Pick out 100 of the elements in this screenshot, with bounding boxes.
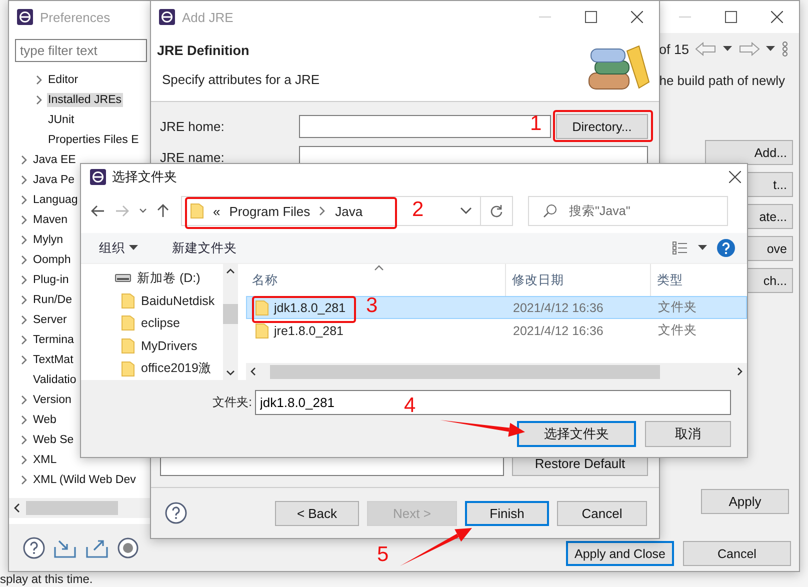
chevron-icon[interactable] bbox=[20, 235, 28, 245]
tree-item[interactable]: Run/De bbox=[32, 293, 73, 307]
chevron-icon[interactable] bbox=[20, 295, 28, 305]
tree-item[interactable]: Oomph bbox=[32, 253, 72, 267]
nav-item[interactable]: office2019激 bbox=[141, 360, 212, 378]
filter-field[interactable]: type filter text bbox=[15, 39, 147, 62]
breadcrumb-item[interactable]: Program Files bbox=[229, 204, 310, 218]
chevron-icon[interactable] bbox=[20, 395, 28, 405]
forward-arrow-icon[interactable] bbox=[738, 42, 760, 56]
dialog-button[interactable]: 取消 bbox=[645, 421, 731, 447]
caret-icon[interactable] bbox=[698, 245, 707, 251]
tree-item[interactable]: Web bbox=[32, 413, 58, 427]
breadcrumb-item[interactable]: Java bbox=[335, 204, 363, 218]
chevron-icon[interactable] bbox=[20, 475, 28, 485]
chevron-icon[interactable] bbox=[20, 355, 28, 365]
file-row[interactable]: jre1.8.0_281 2021/4/12 16:36 文件夹 bbox=[246, 319, 747, 342]
search-field[interactable]: 搜索"Java" bbox=[528, 196, 728, 226]
tree-item[interactable]: Version bbox=[32, 393, 72, 407]
help-icon[interactable] bbox=[23, 536, 45, 558]
maximize-icon[interactable] bbox=[725, 11, 737, 23]
chevron-icon[interactable] bbox=[20, 455, 28, 465]
directory-button[interactable]: Directory... bbox=[556, 114, 648, 139]
dialog-button[interactable]: Apply and Close bbox=[566, 541, 674, 566]
tree-item[interactable]: Languag bbox=[32, 193, 79, 207]
chevron-icon[interactable] bbox=[20, 175, 28, 185]
close-icon[interactable] bbox=[771, 11, 783, 23]
scroll-thumb[interactable] bbox=[26, 501, 118, 515]
tree-item[interactable]: Properties Files E bbox=[47, 133, 140, 147]
column-header[interactable]: 名称 bbox=[252, 272, 278, 288]
scroll-right-icon[interactable] bbox=[737, 367, 743, 376]
scrollbar[interactable] bbox=[246, 363, 747, 380]
tree-item[interactable]: Validatio bbox=[32, 373, 78, 387]
new-folder-button[interactable]: 新建文件夹 bbox=[172, 240, 237, 256]
nav-item[interactable]: 新加卷 (D:) bbox=[137, 270, 200, 287]
record-icon[interactable] bbox=[117, 536, 139, 558]
chevron-icon[interactable] bbox=[20, 335, 28, 345]
caret-icon[interactable] bbox=[129, 245, 138, 251]
wizard-button[interactable]: < Back bbox=[275, 500, 359, 526]
scroll-thumb[interactable] bbox=[270, 364, 660, 378]
chevron-icon[interactable] bbox=[319, 206, 326, 216]
caret-icon[interactable] bbox=[766, 46, 775, 52]
tree-item[interactable]: Plug-in bbox=[32, 273, 70, 287]
column-header[interactable]: 类型 bbox=[657, 272, 683, 288]
chevron-icon[interactable] bbox=[36, 95, 42, 105]
chevron-icon[interactable] bbox=[20, 315, 28, 325]
column-header[interactable]: 修改日期 bbox=[512, 272, 564, 288]
tree-item[interactable]: Termina bbox=[32, 333, 75, 347]
chevron-icon[interactable] bbox=[20, 195, 28, 205]
tree-item[interactable]: Java Pe bbox=[32, 173, 76, 187]
tree-item[interactable]: JUnit bbox=[47, 113, 76, 127]
file-type: 文件夹 bbox=[657, 322, 697, 339]
tree-item[interactable]: TextMat bbox=[32, 353, 74, 367]
scroll-thumb[interactable] bbox=[223, 304, 238, 324]
help-icon[interactable] bbox=[717, 239, 735, 257]
chevron-down-icon[interactable] bbox=[460, 207, 472, 215]
chevron-icon[interactable] bbox=[20, 215, 28, 225]
tree-item[interactable]: Web Se bbox=[32, 433, 75, 447]
refresh-button[interactable] bbox=[481, 196, 513, 226]
scroll-down-icon[interactable] bbox=[226, 370, 235, 376]
chevron-icon[interactable] bbox=[20, 435, 28, 445]
side-button[interactable]: Add... bbox=[705, 140, 793, 165]
scrollbar[interactable] bbox=[223, 264, 238, 380]
apply-button[interactable]: Apply bbox=[701, 489, 789, 514]
tree-item[interactable]: Maven bbox=[32, 213, 69, 227]
close-icon[interactable] bbox=[631, 11, 643, 23]
text-field[interactable] bbox=[299, 115, 551, 138]
wizard-button[interactable]: Cancel bbox=[557, 500, 647, 526]
tree-item[interactable]: Editor bbox=[47, 73, 80, 87]
tree-item[interactable]: Java EE bbox=[32, 153, 77, 167]
nav-item[interactable]: MyDrivers bbox=[141, 339, 198, 354]
scroll-left-icon[interactable] bbox=[250, 367, 256, 376]
more-icon[interactable] bbox=[781, 41, 789, 57]
scroll-left-icon[interactable] bbox=[13, 503, 20, 513]
dialog-button[interactable]: Cancel bbox=[683, 541, 791, 566]
tree-item[interactable]: XML (Wild Web Dev bbox=[32, 473, 137, 487]
dialog-button[interactable]: 选择文件夹 bbox=[517, 421, 636, 447]
nav-item[interactable]: BaiduNetdisk bbox=[141, 294, 215, 308]
scroll-up-icon[interactable] bbox=[226, 268, 235, 274]
organize-menu[interactable]: 组织 bbox=[99, 240, 125, 256]
chevron-icon[interactable] bbox=[20, 255, 28, 265]
tree-item[interactable]: XML bbox=[32, 453, 58, 467]
tree-item[interactable]: Installed JREs bbox=[47, 93, 123, 107]
chevron-icon[interactable] bbox=[20, 155, 28, 165]
tree-item[interactable]: Mylyn bbox=[32, 233, 64, 247]
view-options-icon[interactable] bbox=[672, 241, 688, 255]
chevron-icon[interactable] bbox=[36, 75, 42, 85]
breadcrumb-overflow[interactable]: « bbox=[213, 204, 220, 218]
caret-icon[interactable] bbox=[723, 46, 732, 52]
back-arrow-icon[interactable] bbox=[91, 205, 105, 217]
help-icon[interactable] bbox=[165, 502, 187, 524]
scrollbar[interactable] bbox=[9, 498, 151, 518]
chevron-down-icon[interactable] bbox=[139, 208, 147, 214]
maximize-icon[interactable] bbox=[585, 11, 597, 23]
wizard-button[interactable]: Finish bbox=[465, 500, 549, 526]
close-icon[interactable] bbox=[729, 170, 741, 182]
nav-item[interactable]: eclipse bbox=[141, 316, 180, 330]
chevron-icon[interactable] bbox=[20, 415, 28, 425]
tree-item[interactable]: Server bbox=[32, 313, 68, 327]
chevron-icon[interactable] bbox=[20, 275, 28, 285]
up-arrow-icon[interactable] bbox=[157, 204, 169, 218]
